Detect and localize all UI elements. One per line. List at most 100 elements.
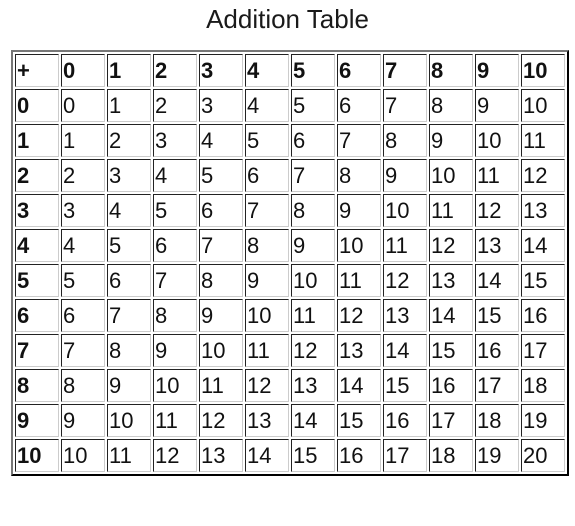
sum-cell: 14 — [337, 369, 381, 402]
page-title: Addition Table — [206, 4, 369, 34]
sum-cell: 12 — [337, 299, 381, 332]
sum-cell: 17 — [383, 439, 427, 472]
sum-cell: 11 — [199, 369, 243, 402]
sum-cell: 3 — [153, 124, 197, 157]
sum-cell: 11 — [291, 299, 335, 332]
sum-cell: 5 — [153, 194, 197, 227]
table-row: 3 3 4 5 6 7 8 9 10 11 12 13 — [15, 194, 565, 227]
sum-cell: 8 — [429, 89, 473, 122]
table-row: 0 0 1 2 3 4 5 6 7 8 9 10 — [15, 89, 565, 122]
sum-cell: 9 — [61, 404, 105, 437]
table-row: 7 7 8 9 10 11 12 13 14 15 16 17 — [15, 334, 565, 367]
sum-cell: 4 — [61, 229, 105, 262]
sum-cell: 11 — [153, 404, 197, 437]
sum-cell: 8 — [245, 229, 289, 262]
sum-cell: 16 — [429, 369, 473, 402]
column-header: 6 — [337, 54, 381, 87]
table-row: 4 4 5 6 7 8 9 10 11 12 13 14 — [15, 229, 565, 262]
sum-cell: 12 — [383, 264, 427, 297]
sum-cell: 14 — [291, 404, 335, 437]
sum-cell: 12 — [429, 229, 473, 262]
sum-cell: 3 — [61, 194, 105, 227]
row-header: 8 — [15, 369, 59, 402]
sum-cell: 9 — [199, 299, 243, 332]
column-header: 3 — [199, 54, 243, 87]
column-header: 7 — [383, 54, 427, 87]
sum-cell: 6 — [61, 299, 105, 332]
sum-cell: 10 — [475, 124, 519, 157]
column-header: 9 — [475, 54, 519, 87]
sum-cell: 8 — [61, 369, 105, 402]
sum-cell: 10 — [337, 229, 381, 262]
sum-cell: 12 — [245, 369, 289, 402]
row-header: 2 — [15, 159, 59, 192]
sum-cell: 4 — [245, 89, 289, 122]
sum-cell: 14 — [429, 299, 473, 332]
sum-cell: 2 — [61, 159, 105, 192]
sum-cell: 12 — [153, 439, 197, 472]
sum-cell: 15 — [475, 299, 519, 332]
table-row: 8 8 9 10 11 12 13 14 15 16 17 18 — [15, 369, 565, 402]
sum-cell: 15 — [383, 369, 427, 402]
sum-cell: 9 — [337, 194, 381, 227]
addition-table: + 0 1 2 3 4 5 6 7 8 9 10 0 0 1 2 3 4 5 6 7 8 9 10 1 1 2 3 4 5 6 7 8 9 10… — [11, 50, 569, 476]
sum-cell: 15 — [521, 264, 565, 297]
sum-cell: 7 — [107, 299, 151, 332]
sum-cell: 7 — [383, 89, 427, 122]
sum-cell: 10 — [245, 299, 289, 332]
row-header: 0 — [15, 89, 59, 122]
table-body: 0 0 1 2 3 4 5 6 7 8 9 10 1 1 2 3 4 5 6 7 8 9 10 11 2 2 3 4 5 6 7 8 9 10 11… — [15, 89, 565, 472]
table-row: 10 10 11 12 13 14 15 16 17 18 19 20 — [15, 439, 565, 472]
sum-cell: 8 — [291, 194, 335, 227]
sum-cell: 11 — [521, 124, 565, 157]
sum-cell: 8 — [107, 334, 151, 367]
sum-cell: 13 — [337, 334, 381, 367]
sum-cell: 14 — [245, 439, 289, 472]
row-header: 9 — [15, 404, 59, 437]
sum-cell: 19 — [521, 404, 565, 437]
sum-cell: 5 — [107, 229, 151, 262]
sum-cell: 7 — [245, 194, 289, 227]
sum-cell: 11 — [383, 229, 427, 262]
sum-cell: 10 — [199, 334, 243, 367]
sum-cell: 18 — [475, 404, 519, 437]
column-header: 5 — [291, 54, 335, 87]
sum-cell: 6 — [245, 159, 289, 192]
sum-cell: 11 — [475, 159, 519, 192]
sum-cell: 7 — [199, 229, 243, 262]
sum-cell: 1 — [107, 89, 151, 122]
sum-cell: 3 — [107, 159, 151, 192]
table-row: 6 6 7 8 9 10 11 12 13 14 15 16 — [15, 299, 565, 332]
sum-cell: 17 — [475, 369, 519, 402]
table-row: 9 9 10 11 12 13 14 15 16 17 18 19 — [15, 404, 565, 437]
sum-cell: 10 — [153, 369, 197, 402]
sum-cell: 5 — [291, 89, 335, 122]
sum-cell: 10 — [383, 194, 427, 227]
table-row: 1 1 2 3 4 5 6 7 8 9 10 11 — [15, 124, 565, 157]
table-row: 5 5 6 7 8 9 10 11 12 13 14 15 — [15, 264, 565, 297]
sum-cell: 5 — [61, 264, 105, 297]
sum-cell: 9 — [383, 159, 427, 192]
sum-cell: 12 — [521, 159, 565, 192]
header-row: + 0 1 2 3 4 5 6 7 8 9 10 — [15, 54, 565, 87]
row-header: 4 — [15, 229, 59, 262]
sum-cell: 16 — [337, 439, 381, 472]
sum-cell: 0 — [61, 89, 105, 122]
row-header: 6 — [15, 299, 59, 332]
sum-cell: 2 — [107, 124, 151, 157]
sum-cell: 9 — [475, 89, 519, 122]
sum-cell: 13 — [429, 264, 473, 297]
sum-cell: 6 — [337, 89, 381, 122]
sum-cell: 5 — [199, 159, 243, 192]
row-header: 7 — [15, 334, 59, 367]
sum-cell: 13 — [383, 299, 427, 332]
column-header: 1 — [107, 54, 151, 87]
sum-cell: 11 — [429, 194, 473, 227]
sum-cell: 9 — [107, 369, 151, 402]
sum-cell: 6 — [291, 124, 335, 157]
sum-cell: 13 — [291, 369, 335, 402]
sum-cell: 5 — [245, 124, 289, 157]
sum-cell: 16 — [521, 299, 565, 332]
sum-cell: 19 — [475, 439, 519, 472]
sum-cell: 18 — [429, 439, 473, 472]
